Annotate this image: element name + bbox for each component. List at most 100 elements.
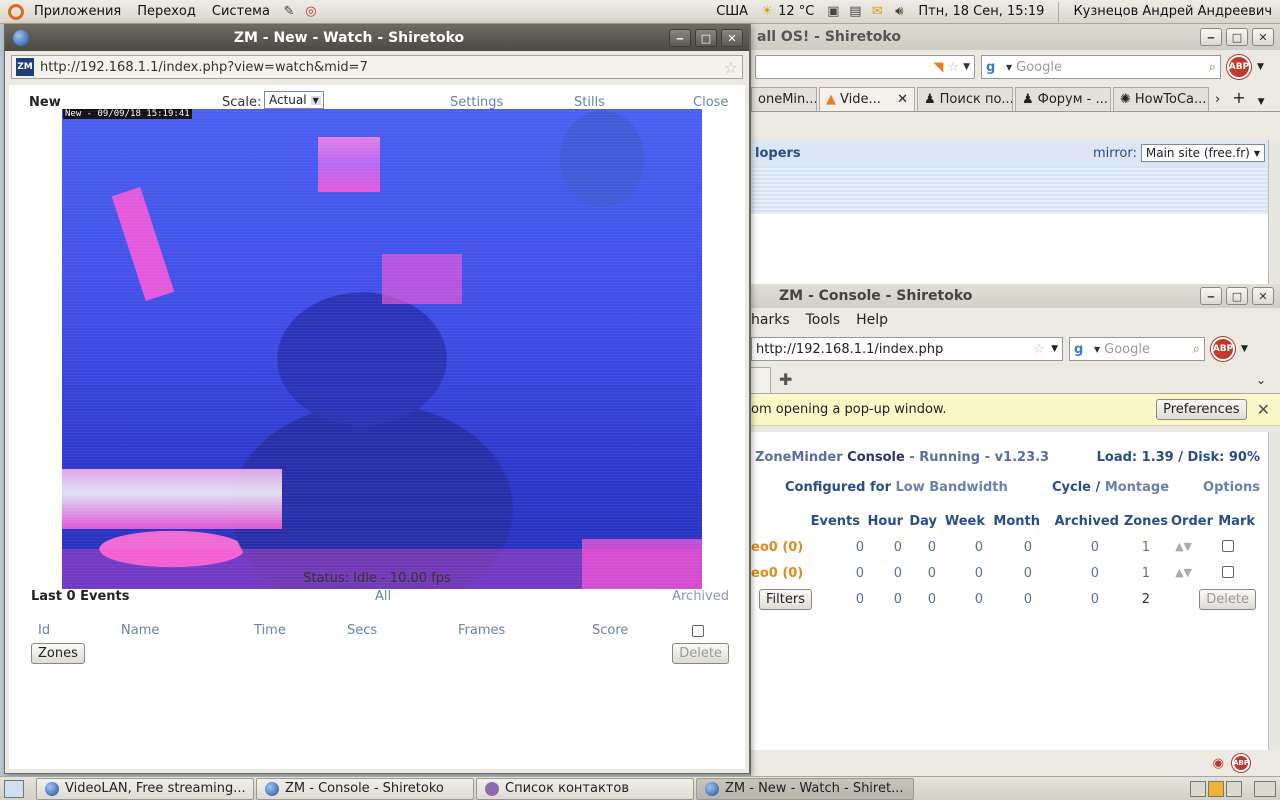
bg-scrollbar[interactable] [1268, 140, 1280, 284]
close-link[interactable]: Close [693, 95, 728, 110]
adblock-status-icon[interactable]: ABP [1232, 754, 1250, 772]
volume-icon[interactable]: 🔊︎ [890, 3, 908, 21]
search-icon[interactable]: ⌕ [1209, 60, 1216, 75]
bg-search-box[interactable]: g ▼ Google ⌕ [981, 55, 1221, 79]
network-icon[interactable]: ▣ [824, 3, 842, 21]
minimize-button[interactable]: ‒ [1200, 287, 1222, 305]
cell-archived[interactable]: 0 [1091, 540, 1099, 555]
engine-dropdown-icon[interactable]: ▼ [1094, 345, 1100, 354]
tab-videolan[interactable]: ▲ Vide... ✕ [819, 87, 915, 111]
close-button[interactable]: ✕ [721, 29, 743, 47]
close-button[interactable]: ✕ [1252, 28, 1274, 46]
delete-button[interactable]: Delete [1199, 589, 1256, 610]
checkbox-box[interactable] [1222, 540, 1234, 552]
cell-zones[interactable]: 1 [1142, 540, 1150, 555]
url-dropdown-icon[interactable]: ▼ [963, 62, 970, 72]
tab-zoneminder[interactable]: oneMin... [751, 87, 817, 111]
weather-temp[interactable]: 12 °C [778, 4, 822, 19]
weather-icon[interactable]: ☀ [758, 3, 776, 21]
workspace-2[interactable] [1208, 780, 1224, 797]
clock[interactable]: Птн, 18 Сен, 15:19 [910, 4, 1052, 19]
developers-link[interactable]: lopers [755, 146, 801, 161]
col-hour[interactable]: Hour [868, 514, 903, 529]
checkbox-box[interactable] [1222, 566, 1234, 578]
keyboard-layout[interactable]: США [708, 4, 756, 19]
minimize-button[interactable]: ‒ [1200, 28, 1222, 46]
col-secs[interactable]: Secs [347, 623, 377, 638]
col-month[interactable]: Month [993, 514, 1040, 529]
scale-select[interactable]: Actual ▼ [264, 91, 324, 109]
bg-browser-titlebar[interactable]: all OS! - Shiretoko ‒ □ ✕ [751, 24, 1280, 50]
new-tab-icon[interactable]: + [1226, 88, 1251, 111]
bookmark-star-icon[interactable]: ☆ [1033, 342, 1045, 357]
tab-close-icon[interactable]: ✕ [897, 92, 908, 107]
show-desktop-icon[interactable] [4, 779, 24, 798]
monitor-name-link[interactable]: eo0 (0) [751, 540, 803, 555]
watch-titlebar[interactable]: ZM - New - Watch - Shiretoko ‒ □ ✕ [5, 25, 749, 51]
minimize-button[interactable]: ‒ [669, 29, 691, 47]
ubuntu-logo-icon[interactable] [8, 3, 24, 20]
status-tray-icon[interactable]: ◉ [1213, 756, 1224, 771]
firefox-globe-icon[interactable] [13, 30, 29, 46]
bookmark-star-icon[interactable]: ☆ [724, 58, 738, 77]
task-zm-console[interactable]: ZM - Console - Shiretoko [256, 777, 474, 800]
cell-events[interactable]: 0 [856, 566, 864, 581]
filters-button[interactable]: Filters [759, 589, 812, 610]
cell-month[interactable]: 0 [1024, 566, 1032, 581]
col-archived[interactable]: Archived [1055, 514, 1120, 529]
menu-bookmarks[interactable]: harks [751, 312, 790, 328]
options-link[interactable]: Options [1203, 480, 1260, 495]
bookmark-star-icon[interactable]: ☆ [947, 60, 959, 75]
col-id[interactable]: Id [38, 623, 50, 638]
col-frames[interactable]: Frames [458, 623, 505, 638]
engine-dropdown-icon[interactable]: ▼ [1006, 63, 1012, 72]
archived-events-link[interactable]: Archived [672, 589, 729, 604]
cell-day[interactable]: 0 [928, 566, 936, 581]
clipboard-icon[interactable]: ▤ [846, 3, 864, 21]
close-bar-icon[interactable]: ✕ [1257, 400, 1270, 419]
settings-link[interactable]: Settings [450, 95, 503, 110]
tab-search[interactable]: ♟ Поиск по... [917, 87, 1013, 111]
run-state-link[interactable]: Running [919, 450, 980, 465]
col-day[interactable]: Day [909, 514, 937, 529]
console-tab[interactable] [751, 366, 771, 393]
rss-icon[interactable]: ◥ [933, 60, 943, 75]
tab-list-icon[interactable]: ⌄ [1256, 373, 1266, 387]
col-week[interactable]: Week [945, 514, 985, 529]
maximize-button[interactable]: □ [1226, 28, 1248, 46]
cell-week[interactable]: 0 [975, 566, 983, 581]
console-search-box[interactable]: g ▼ Google ⌕ [1069, 337, 1205, 361]
toolbar-dropdown-icon[interactable]: ▼ [1241, 344, 1248, 354]
mark-checkbox[interactable] [1222, 540, 1234, 556]
workspace-1[interactable] [1190, 780, 1206, 797]
task-videolan[interactable]: VideoLAN, Free streaming... [36, 777, 254, 800]
cell-week[interactable]: 0 [975, 540, 983, 555]
cell-month[interactable]: 0 [1024, 540, 1032, 555]
menu-applications[interactable]: Приложения [26, 4, 129, 19]
cell-hour[interactable]: 0 [894, 540, 902, 555]
select-all-checkbox[interactable] [692, 625, 704, 637]
google-engine-icon[interactable]: g [986, 59, 1002, 75]
tab-scroll-right-icon[interactable]: › [1211, 92, 1224, 111]
maximize-button[interactable]: □ [695, 29, 717, 47]
url-dropdown-icon[interactable]: ▼ [1051, 344, 1058, 354]
console-url-field[interactable]: http://192.168.1.1/index.php ☆ ▼ [751, 337, 1063, 361]
cell-hour[interactable]: 0 [894, 566, 902, 581]
workspace-3[interactable] [1226, 780, 1242, 797]
adblock-icon[interactable]: ABP [1227, 55, 1251, 79]
new-tab-icon[interactable]: ✚ [779, 370, 792, 389]
cell-zones[interactable]: 1 [1142, 566, 1150, 581]
user-menu[interactable]: Кузнецов Андрей Андреевич [1065, 4, 1280, 19]
adblock-icon[interactable]: ABP [1211, 337, 1235, 361]
text-editor-launcher-icon[interactable]: ✎ [280, 3, 298, 21]
task-zm-watch[interactable]: ZM - New - Watch - Shiret... [696, 777, 914, 800]
bandwidth-link[interactable]: Low Bandwidth [896, 480, 1008, 495]
mail-notification-icon[interactable]: ✉ [868, 3, 886, 21]
menu-places[interactable]: Переход [129, 4, 204, 19]
menu-system[interactable]: Система [204, 4, 278, 19]
tab-forum[interactable]: ♟ Форум - ... [1015, 87, 1111, 111]
preferences-button[interactable]: Preferences [1156, 399, 1247, 420]
toolbar-dropdown-icon[interactable]: ▼ [1257, 62, 1264, 72]
order-arrows-icon[interactable]: ▲▼ [1175, 566, 1192, 579]
maximize-button[interactable]: □ [1226, 287, 1248, 305]
